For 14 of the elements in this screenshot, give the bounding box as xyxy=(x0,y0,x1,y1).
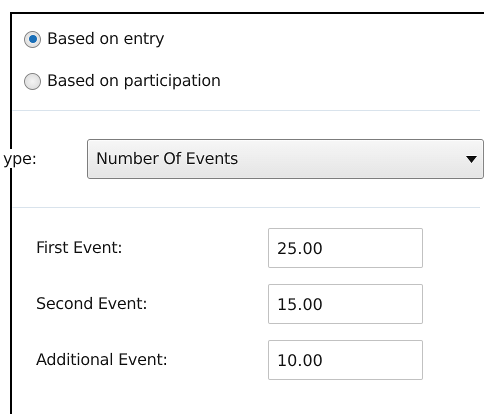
input-field[interactable]: 25.00 xyxy=(268,228,423,268)
input-field[interactable]: 15.00 xyxy=(268,284,423,324)
type-dropdown[interactable]: Number Of Events xyxy=(87,139,484,179)
field-label: Additional Event: xyxy=(36,349,169,371)
field-label: First Event: xyxy=(36,237,124,259)
dropdown-caret-icon xyxy=(466,156,477,162)
radio-button[interactable] xyxy=(24,30,41,48)
field-label: Second Event: xyxy=(36,293,148,315)
type-label: ype: xyxy=(2,149,37,168)
radio-button[interactable] xyxy=(24,72,41,90)
dropdown-value: Number Of Events xyxy=(96,148,238,170)
input-field[interactable]: 10.00 xyxy=(268,340,423,380)
radio-label[interactable]: Based on entry xyxy=(47,27,164,51)
radio-label[interactable]: Based on participation xyxy=(47,69,221,93)
